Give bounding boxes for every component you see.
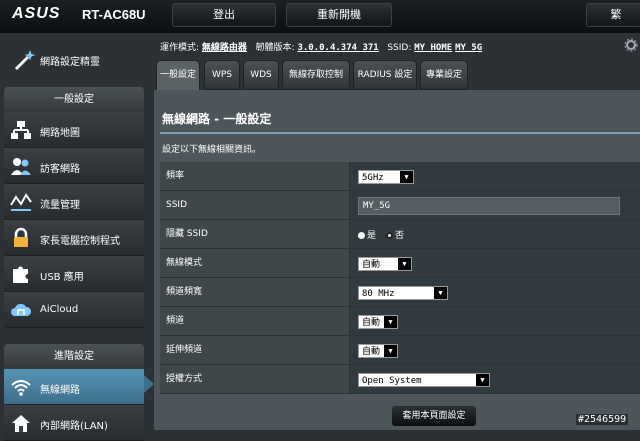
radio-dot-icon (358, 232, 365, 239)
language-button[interactable]: 繁 (586, 3, 640, 27)
ssid-input[interactable]: MY_5G (358, 197, 620, 215)
hide-ssid-yes-radio[interactable]: 是 (358, 228, 376, 241)
op-mode-link[interactable]: 無線路由器 (202, 43, 247, 53)
sidebar-item-label: AiCloud (40, 304, 79, 315)
status-bar: 運作模式: 無線路由器 韌體版本: 3.0.0.4.374_371 SSID: … (160, 40, 482, 53)
chevron-down-icon: ▼ (476, 374, 489, 386)
sidebar-item-label: 網路地圖 (40, 128, 80, 139)
tab-professional[interactable]: 專業設定 (420, 60, 468, 90)
wifi-icon (11, 380, 31, 396)
chevron-down-icon: ▼ (384, 345, 397, 357)
hide-ssid-no-radio[interactable]: 否 (386, 228, 404, 241)
sidebar-item-parental-control[interactable]: 家長電腦控制程式 (4, 220, 144, 256)
auth-method-label: 授權方式 (160, 365, 350, 393)
firmware-link[interactable]: 3.0.0.4.374_371 (297, 43, 378, 53)
settings-panel: 無線網路 - 一般設定 設定以下無線相關資訊。 頻率 5GHz ▼ SSID MY… (154, 90, 640, 430)
network-map-icon (11, 121, 31, 139)
sidebar-item-lan[interactable]: 內部網路(LAN) (4, 405, 144, 441)
chevron-down-icon: ▼ (384, 316, 397, 328)
reboot-button[interactable]: 重新開機 (286, 3, 392, 27)
yes-label: 是 (367, 231, 377, 241)
puzzle-icon (13, 266, 28, 283)
tab-radius[interactable]: RADIUS 設定 (353, 60, 417, 90)
channel-value: 自動 (362, 318, 381, 328)
advanced-settings-header: 進階設定 (4, 344, 144, 369)
wizard-label: 網路設定精靈 (40, 57, 100, 68)
settings-gear-icon[interactable] (624, 38, 638, 52)
ext-channel-value: 自動 (362, 347, 381, 357)
mode-value: 自動 (362, 260, 381, 270)
table-row: 無線模式 自動 ▼ (160, 249, 640, 278)
ext-channel-label: 延伸頻道 (160, 336, 350, 364)
auth-value: Open System (362, 376, 422, 386)
tab-general[interactable]: 一般設定 (156, 60, 200, 91)
top-bar: ASUS RT-AC68U 登出 重新開機 繁 (0, 0, 640, 33)
sidebar-item-label: 家長電腦控制程式 (40, 236, 120, 247)
asus-logo: ASUS (12, 5, 61, 22)
tab-wps[interactable]: WPS (204, 60, 240, 90)
lock-icon (14, 227, 28, 247)
page-title: 無線網路 - 一般設定 (162, 112, 272, 126)
ssid-24g-link[interactable]: MY_HOME (414, 43, 452, 53)
sidebar-item-label: 無線網路 (40, 385, 80, 396)
ssid-field-label: SSID (160, 191, 350, 219)
radio-selected-icon (386, 232, 393, 239)
band-value: 5GHz (362, 173, 384, 183)
page-description: 設定以下無線相關資訊。 (162, 145, 262, 155)
quick-setup-wizard[interactable]: 網路設定精靈 (0, 37, 154, 87)
bandwidth-label: 頻道頻寬 (160, 278, 350, 306)
table-row: 隱藏 SSID 是 否 (160, 220, 640, 249)
title-divider (160, 132, 640, 134)
ssid-5g-link[interactable]: MY_5G (455, 43, 482, 53)
auth-method-select[interactable]: Open System ▼ (358, 373, 490, 387)
ssid-label: SSID: (387, 43, 412, 53)
tab-wds[interactable]: WDS (243, 60, 279, 90)
hide-ssid-label: 隱藏 SSID (160, 220, 350, 248)
logout-button[interactable]: 登出 (172, 3, 276, 27)
no-label: 否 (395, 231, 405, 241)
sidebar-item-label: 訪客網路 (40, 164, 80, 175)
model-name: RT-AC68U (82, 7, 146, 22)
wireless-mode-select[interactable]: 自動 ▼ (358, 257, 412, 271)
sidebar-item-label: USB 應用 (40, 272, 84, 283)
band-select[interactable]: 5GHz ▼ (358, 170, 414, 184)
sidebar-item-traffic-manager[interactable]: 流量管理 (4, 184, 144, 220)
sidebar-item-aicloud[interactable]: AiCloud (4, 292, 144, 328)
magic-wand-icon (14, 50, 36, 71)
home-icon (12, 415, 30, 432)
tab-mac-filter[interactable]: 無線存取控制 (282, 60, 350, 90)
sidebar-item-usb-application[interactable]: USB 應用 (4, 256, 144, 292)
sidebar-item-network-map[interactable]: 網路地圖 (4, 112, 144, 148)
chevron-down-icon: ▼ (434, 287, 447, 299)
table-row: 頻道頻寬 80 MHz ▼ (160, 278, 640, 307)
active-item-pointer (144, 375, 154, 393)
sidebar-item-label: 流量管理 (40, 200, 80, 211)
bandwidth-value: 80 MHz (362, 289, 395, 299)
op-mode-label: 運作模式: (160, 43, 200, 53)
chevron-down-icon: ▼ (400, 171, 413, 183)
table-row: 延伸頻道 自動 ▼ (160, 336, 640, 365)
band-label: 頻率 (160, 162, 350, 190)
table-row: SSID MY_5G (160, 191, 640, 220)
firmware-label: 韌體版本: (255, 43, 295, 53)
sidebar-item-wireless[interactable]: 無線網路 (4, 369, 144, 405)
general-settings-header: 一般設定 (4, 87, 144, 112)
chevron-down-icon: ▼ (398, 258, 411, 270)
apply-button[interactable]: 套用本頁面設定 (391, 405, 477, 427)
table-row: 頻道 自動 ▼ (160, 307, 640, 336)
watermark: #2546599 (576, 414, 629, 425)
ext-channel-select[interactable]: 自動 ▼ (358, 344, 398, 358)
table-row: 頻率 5GHz ▼ (160, 162, 640, 191)
guest-network-icon (11, 158, 31, 175)
sidebar-item-guest-network[interactable]: 訪客網路 (4, 148, 144, 184)
cloud-icon (11, 303, 32, 316)
table-row: 授權方式 Open System ▼ (160, 365, 640, 394)
channel-label: 頻道 (160, 307, 350, 335)
bandwidth-select[interactable]: 80 MHz ▼ (358, 286, 448, 300)
wireless-mode-label: 無線模式 (160, 249, 350, 277)
sidebar: 網路設定精靈 一般設定 網路地圖 訪客網路 流量管理 家長電腦控制程式 USB … (0, 33, 154, 441)
channel-select[interactable]: 自動 ▼ (358, 315, 398, 329)
traffic-icon (10, 193, 32, 211)
